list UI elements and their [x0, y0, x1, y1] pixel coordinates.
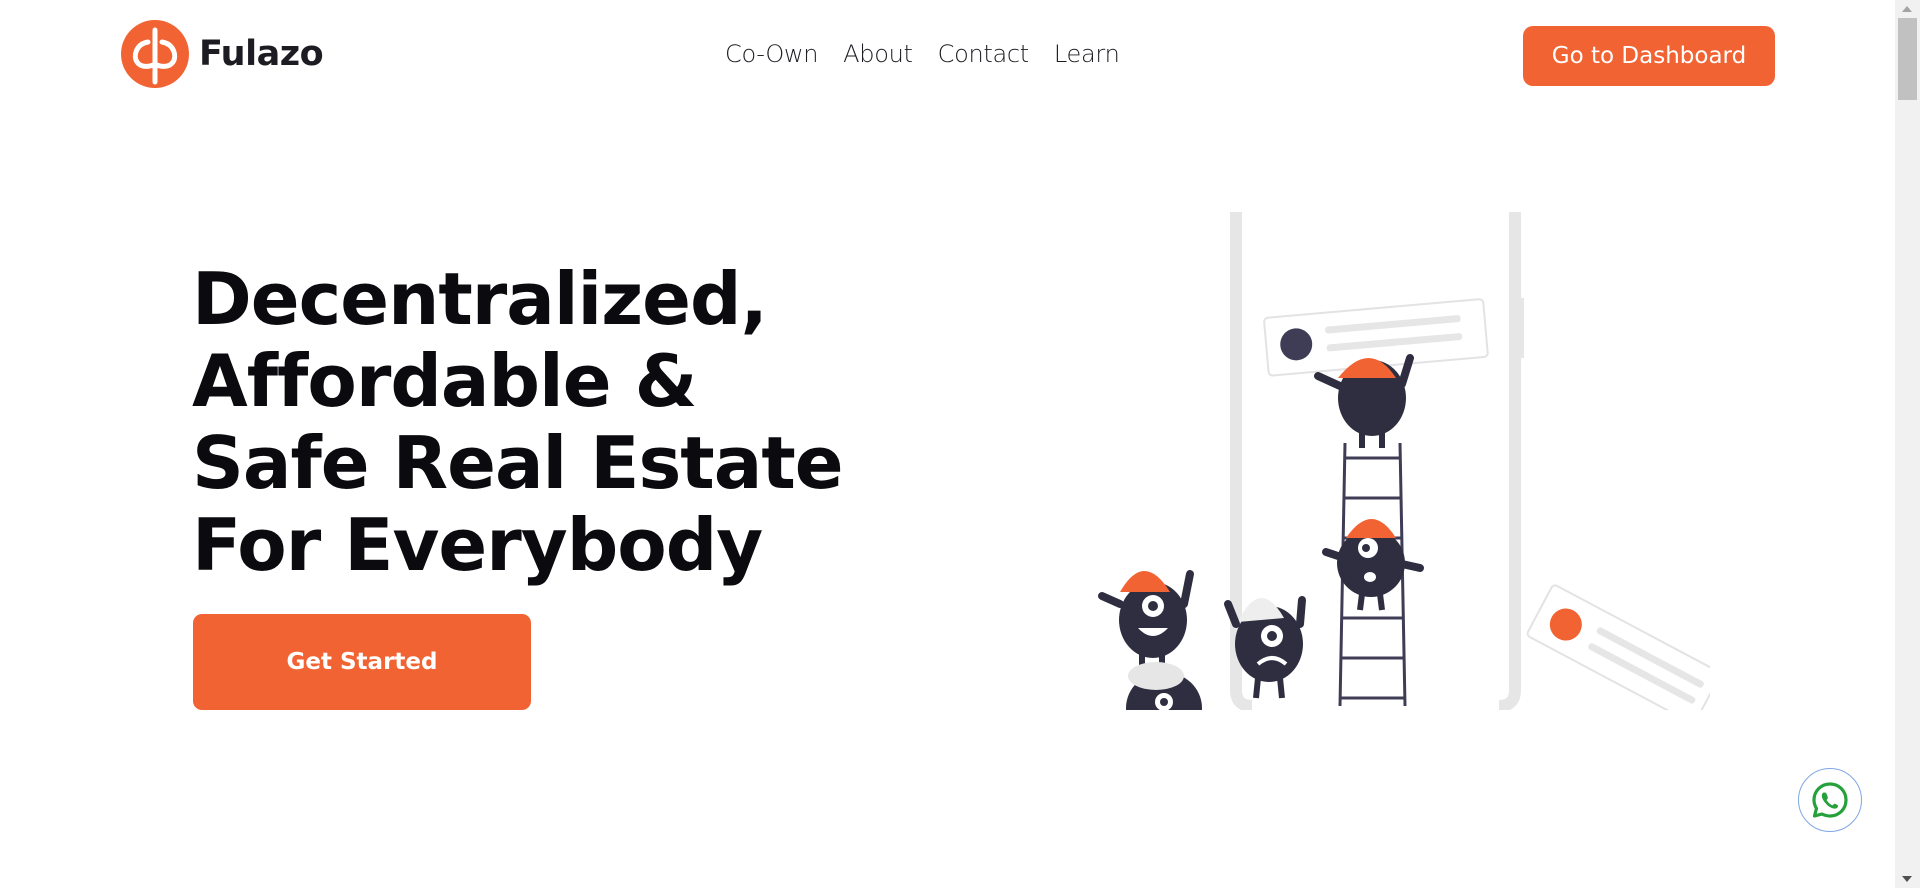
hero-title-line: For Everybody: [192, 503, 763, 587]
scroll-up-arrow-icon[interactable]: [1902, 6, 1912, 12]
go-to-dashboard-button[interactable]: Go to Dashboard: [1523, 26, 1775, 86]
main-nav: Co-Own About Contact Learn: [725, 40, 1145, 68]
hero-title-line: Safe Real Estate: [192, 421, 844, 505]
phi-logo-icon: [121, 20, 189, 88]
nav-item-about[interactable]: About: [843, 40, 913, 68]
landing-page: Fulazo Co-Own About Contact Learn Go to …: [0, 0, 1920, 888]
nav-item-learn[interactable]: Learn: [1054, 40, 1120, 68]
scroll-down-arrow-icon[interactable]: [1902, 876, 1912, 882]
brand-logo[interactable]: Fulazo: [121, 20, 324, 88]
whatsapp-button[interactable]: [1798, 768, 1862, 832]
scroll-thumb[interactable]: [1898, 18, 1917, 100]
hero-title-line: Affordable &: [192, 339, 697, 423]
get-started-button[interactable]: Get Started: [193, 614, 531, 710]
page-scrollbar[interactable]: [1895, 0, 1920, 888]
whatsapp-icon: [1812, 782, 1848, 818]
hero-title-line: Decentralized,: [192, 257, 768, 341]
nav-item-contact[interactable]: Contact: [938, 40, 1030, 68]
brand-name: Fulazo: [199, 34, 324, 74]
nav-item-co-own[interactable]: Co-Own: [725, 40, 818, 68]
team-building-illustration: [1098, 212, 1710, 710]
hero-title: Decentralized, Affordable & Safe Real Es…: [192, 258, 892, 586]
